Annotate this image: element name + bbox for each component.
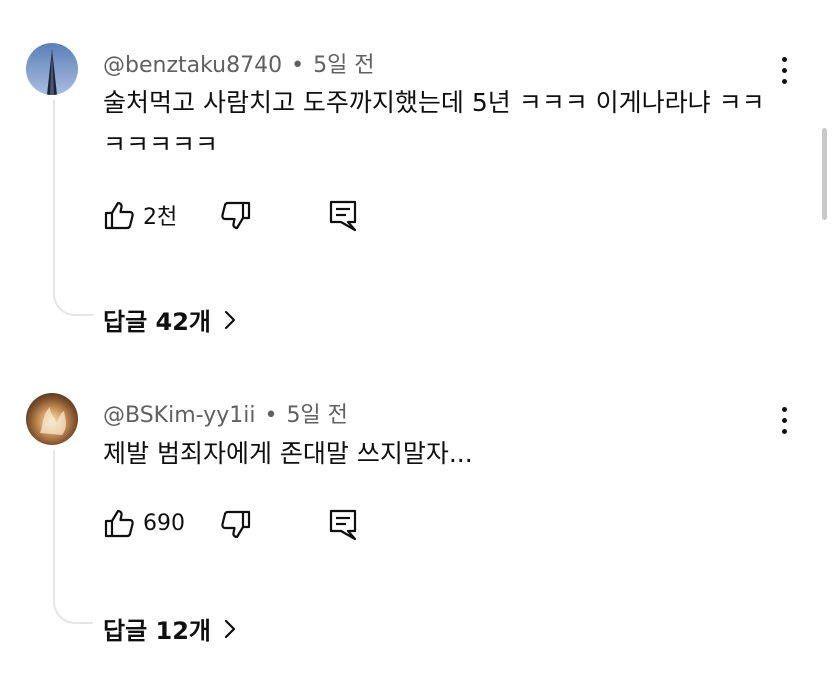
author-name[interactable]: @benztaku8740	[103, 53, 282, 78]
comment-meta: @benztaku8740 • 5일 전	[103, 47, 375, 79]
thumbs-up-icon	[104, 201, 134, 230]
thread-connector-line	[53, 100, 93, 316]
replies-label: 답글 12개	[103, 617, 211, 645]
like-count: 2천	[143, 205, 178, 230]
more-options-button[interactable]	[779, 57, 789, 84]
meta-separator: •	[291, 53, 305, 78]
like-button[interactable]: 690	[103, 508, 185, 538]
thumbs-up-icon	[104, 509, 134, 538]
more-vert-icon-dot	[781, 79, 787, 84]
comment-text: 술처먹고 사람치고 도주까지했는데 5년 ㅋㅋㅋ 이게나라냐 ㅋㅋㅋㅋㅋㅋㅋ	[103, 88, 765, 159]
chevron-right-icon	[224, 619, 236, 638]
like-count: 690	[143, 510, 185, 536]
comment-icon	[329, 509, 357, 541]
chevron-right-icon	[224, 310, 236, 329]
tower-photo-icon	[26, 43, 78, 95]
replies-label: 답글 42개	[103, 308, 211, 336]
more-vert-icon-dot	[781, 429, 787, 434]
thread-connector-line	[53, 450, 93, 624]
more-vert-icon-dot	[781, 68, 787, 73]
fire-photo-icon	[26, 393, 78, 445]
more-options-button[interactable]	[779, 407, 789, 434]
reply-button[interactable]	[329, 200, 357, 232]
view-replies-button[interactable]: 답글 12개	[103, 611, 237, 646]
like-button[interactable]: 2천	[103, 199, 177, 231]
comment-time[interactable]: 5일 전	[286, 403, 347, 428]
avatar[interactable]	[26, 393, 78, 445]
scrollbar-thumb[interactable]	[822, 128, 827, 220]
comment-meta: @BSKim-yy1ii • 5일 전	[103, 397, 348, 429]
more-vert-icon-dot	[781, 57, 787, 62]
dislike-button[interactable]	[220, 510, 252, 540]
avatar[interactable]	[26, 43, 78, 95]
more-vert-icon-dot	[781, 418, 787, 423]
meta-separator: •	[264, 403, 278, 428]
dislike-button[interactable]	[220, 201, 252, 231]
view-replies-button[interactable]: 답글 42개	[103, 302, 237, 337]
comment-icon	[329, 200, 357, 232]
comment-time[interactable]: 5일 전	[313, 53, 374, 78]
thumbs-down-icon	[221, 510, 251, 539]
thumbs-down-icon	[221, 201, 251, 230]
comment-text: 제발 범죄자에게 존대말 쓰지말자...	[103, 439, 473, 468]
more-vert-icon-dot	[781, 407, 787, 412]
reply-button[interactable]	[329, 509, 357, 541]
author-name[interactable]: @BSKim-yy1ii	[103, 403, 255, 428]
